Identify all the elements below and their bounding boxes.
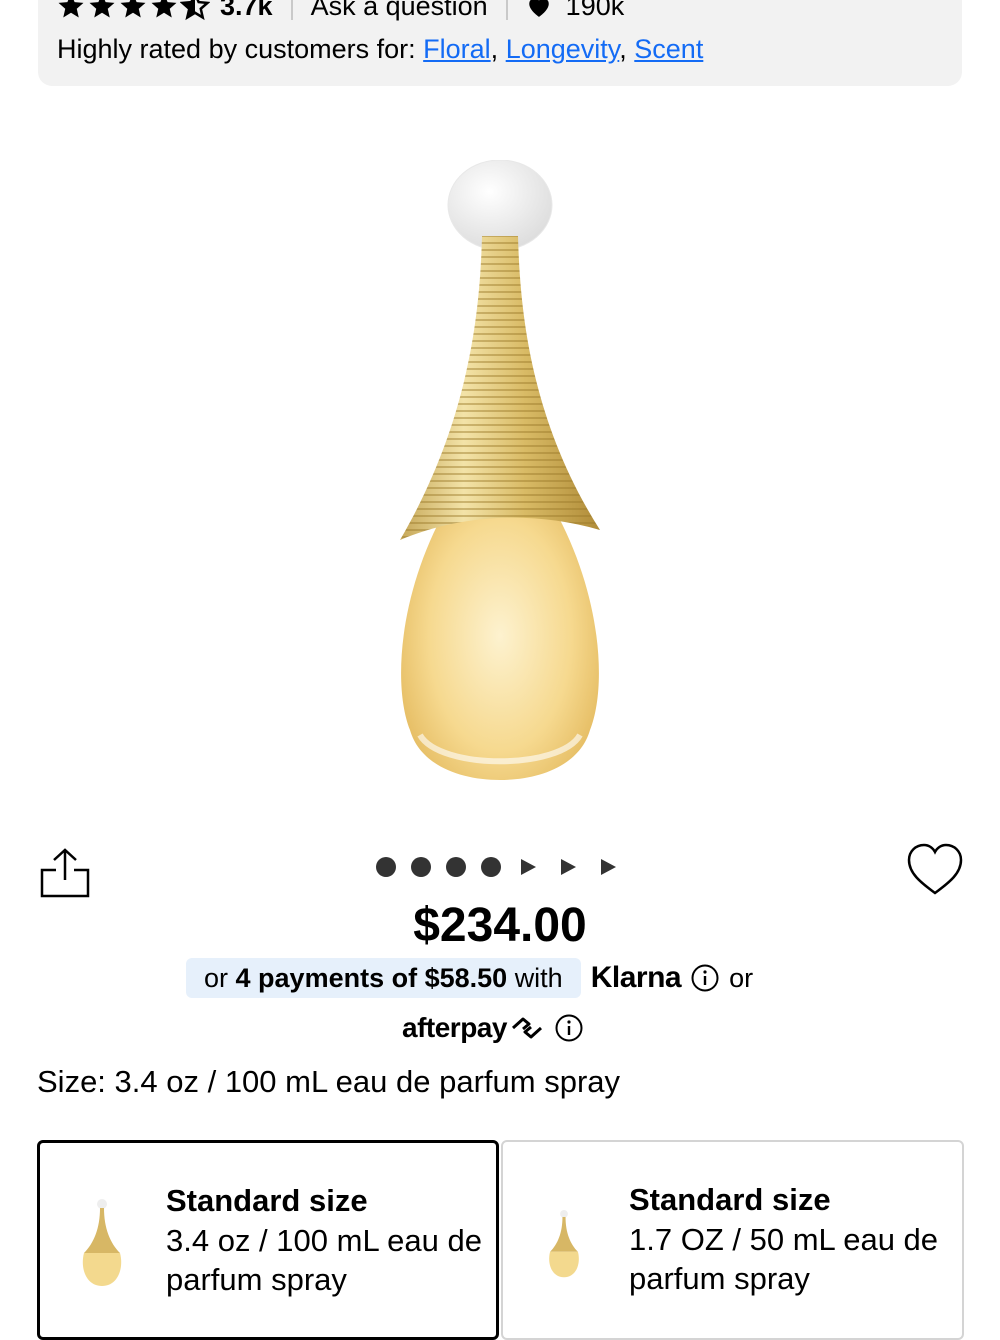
- rating-panel: 3.7k Ask a question 190k Highly rated by…: [38, 0, 962, 86]
- tag-link-scent[interactable]: Scent: [634, 34, 703, 64]
- size-label: Size: 3.4 oz / 100 mL eau de parfum spra…: [37, 1064, 621, 1099]
- pager-dot[interactable]: [376, 857, 396, 877]
- info-icon[interactable]: [555, 1014, 583, 1042]
- klarna-pill[interactable]: or 4 payments of $58.50 with: [186, 958, 581, 998]
- klarna-logo: Klarna: [590, 961, 682, 994]
- klarna-row: or 4 payments of $58.50 with Klarna or: [186, 958, 753, 998]
- pager-video-icon[interactable]: [561, 859, 576, 875]
- klarna-or-text: or: [204, 962, 229, 993]
- star-half-icon: [180, 0, 210, 21]
- heart-filled-icon: [528, 0, 549, 17]
- pager-dot[interactable]: [411, 857, 431, 877]
- afterpay-arrows-icon: [511, 1017, 542, 1039]
- size-option-title: Standard size: [629, 1182, 831, 1217]
- klarna-payments: 4 payments of $58.50: [235, 962, 508, 993]
- pager-video-icon[interactable]: [601, 859, 616, 875]
- size-option-50ml[interactable]: Standard size 1.7 OZ / 50 mL eau de parf…: [501, 1140, 964, 1340]
- size-thumbnail: [549, 1210, 579, 1278]
- highly-rated-row: Highly rated by customers for: Floral, L…: [57, 34, 704, 64]
- star-icon: [89, 0, 115, 18]
- product-image[interactable]: [380, 160, 620, 790]
- rating-row: 3.7k Ask a question 190k: [56, 0, 624, 26]
- product-price: $234.00: [413, 899, 587, 952]
- size-option-100ml[interactable]: Standard size 3.4 oz / 100 mL eau de par…: [37, 1140, 499, 1340]
- loves-count-value: 190k: [565, 0, 625, 21]
- size-option-title: Standard size: [166, 1183, 368, 1218]
- star-icon: [58, 0, 84, 18]
- size-option-description: 1.7 OZ / 50 mL eau de parfum spray: [629, 1222, 939, 1296]
- pager-dot[interactable]: [481, 857, 501, 877]
- size-thumbnail: [82, 1199, 122, 1286]
- info-icon[interactable]: [691, 964, 719, 992]
- afterpay-logo: afterpay: [402, 1012, 507, 1043]
- pager-video-icon[interactable]: [521, 859, 536, 875]
- ask-question-link[interactable]: Ask a question: [311, 0, 488, 22]
- image-pager[interactable]: [376, 857, 621, 877]
- loves-count[interactable]: 190k: [526, 0, 625, 22]
- klarna-with-text: with: [514, 962, 563, 993]
- afterpay-row: afterpay: [402, 1006, 593, 1050]
- heart-outline-icon[interactable]: [906, 842, 964, 898]
- star-rating[interactable]: [56, 0, 210, 21]
- size-option-description: 3.4 oz / 100 mL eau de parfum spray: [166, 1223, 482, 1297]
- tag-link-longevity[interactable]: Longevity: [506, 34, 620, 64]
- or-text: or: [729, 962, 754, 993]
- divider: [290, 0, 293, 20]
- share-icon[interactable]: [38, 846, 92, 900]
- pager-dot[interactable]: [446, 857, 466, 877]
- highly-rated-label: Highly rated by customers for:: [57, 34, 416, 64]
- divider: [505, 0, 508, 20]
- star-icon: [151, 0, 177, 18]
- star-icon: [120, 0, 146, 18]
- tag-link-floral[interactable]: Floral: [423, 34, 491, 64]
- rating-count[interactable]: 3.7k: [220, 0, 273, 22]
